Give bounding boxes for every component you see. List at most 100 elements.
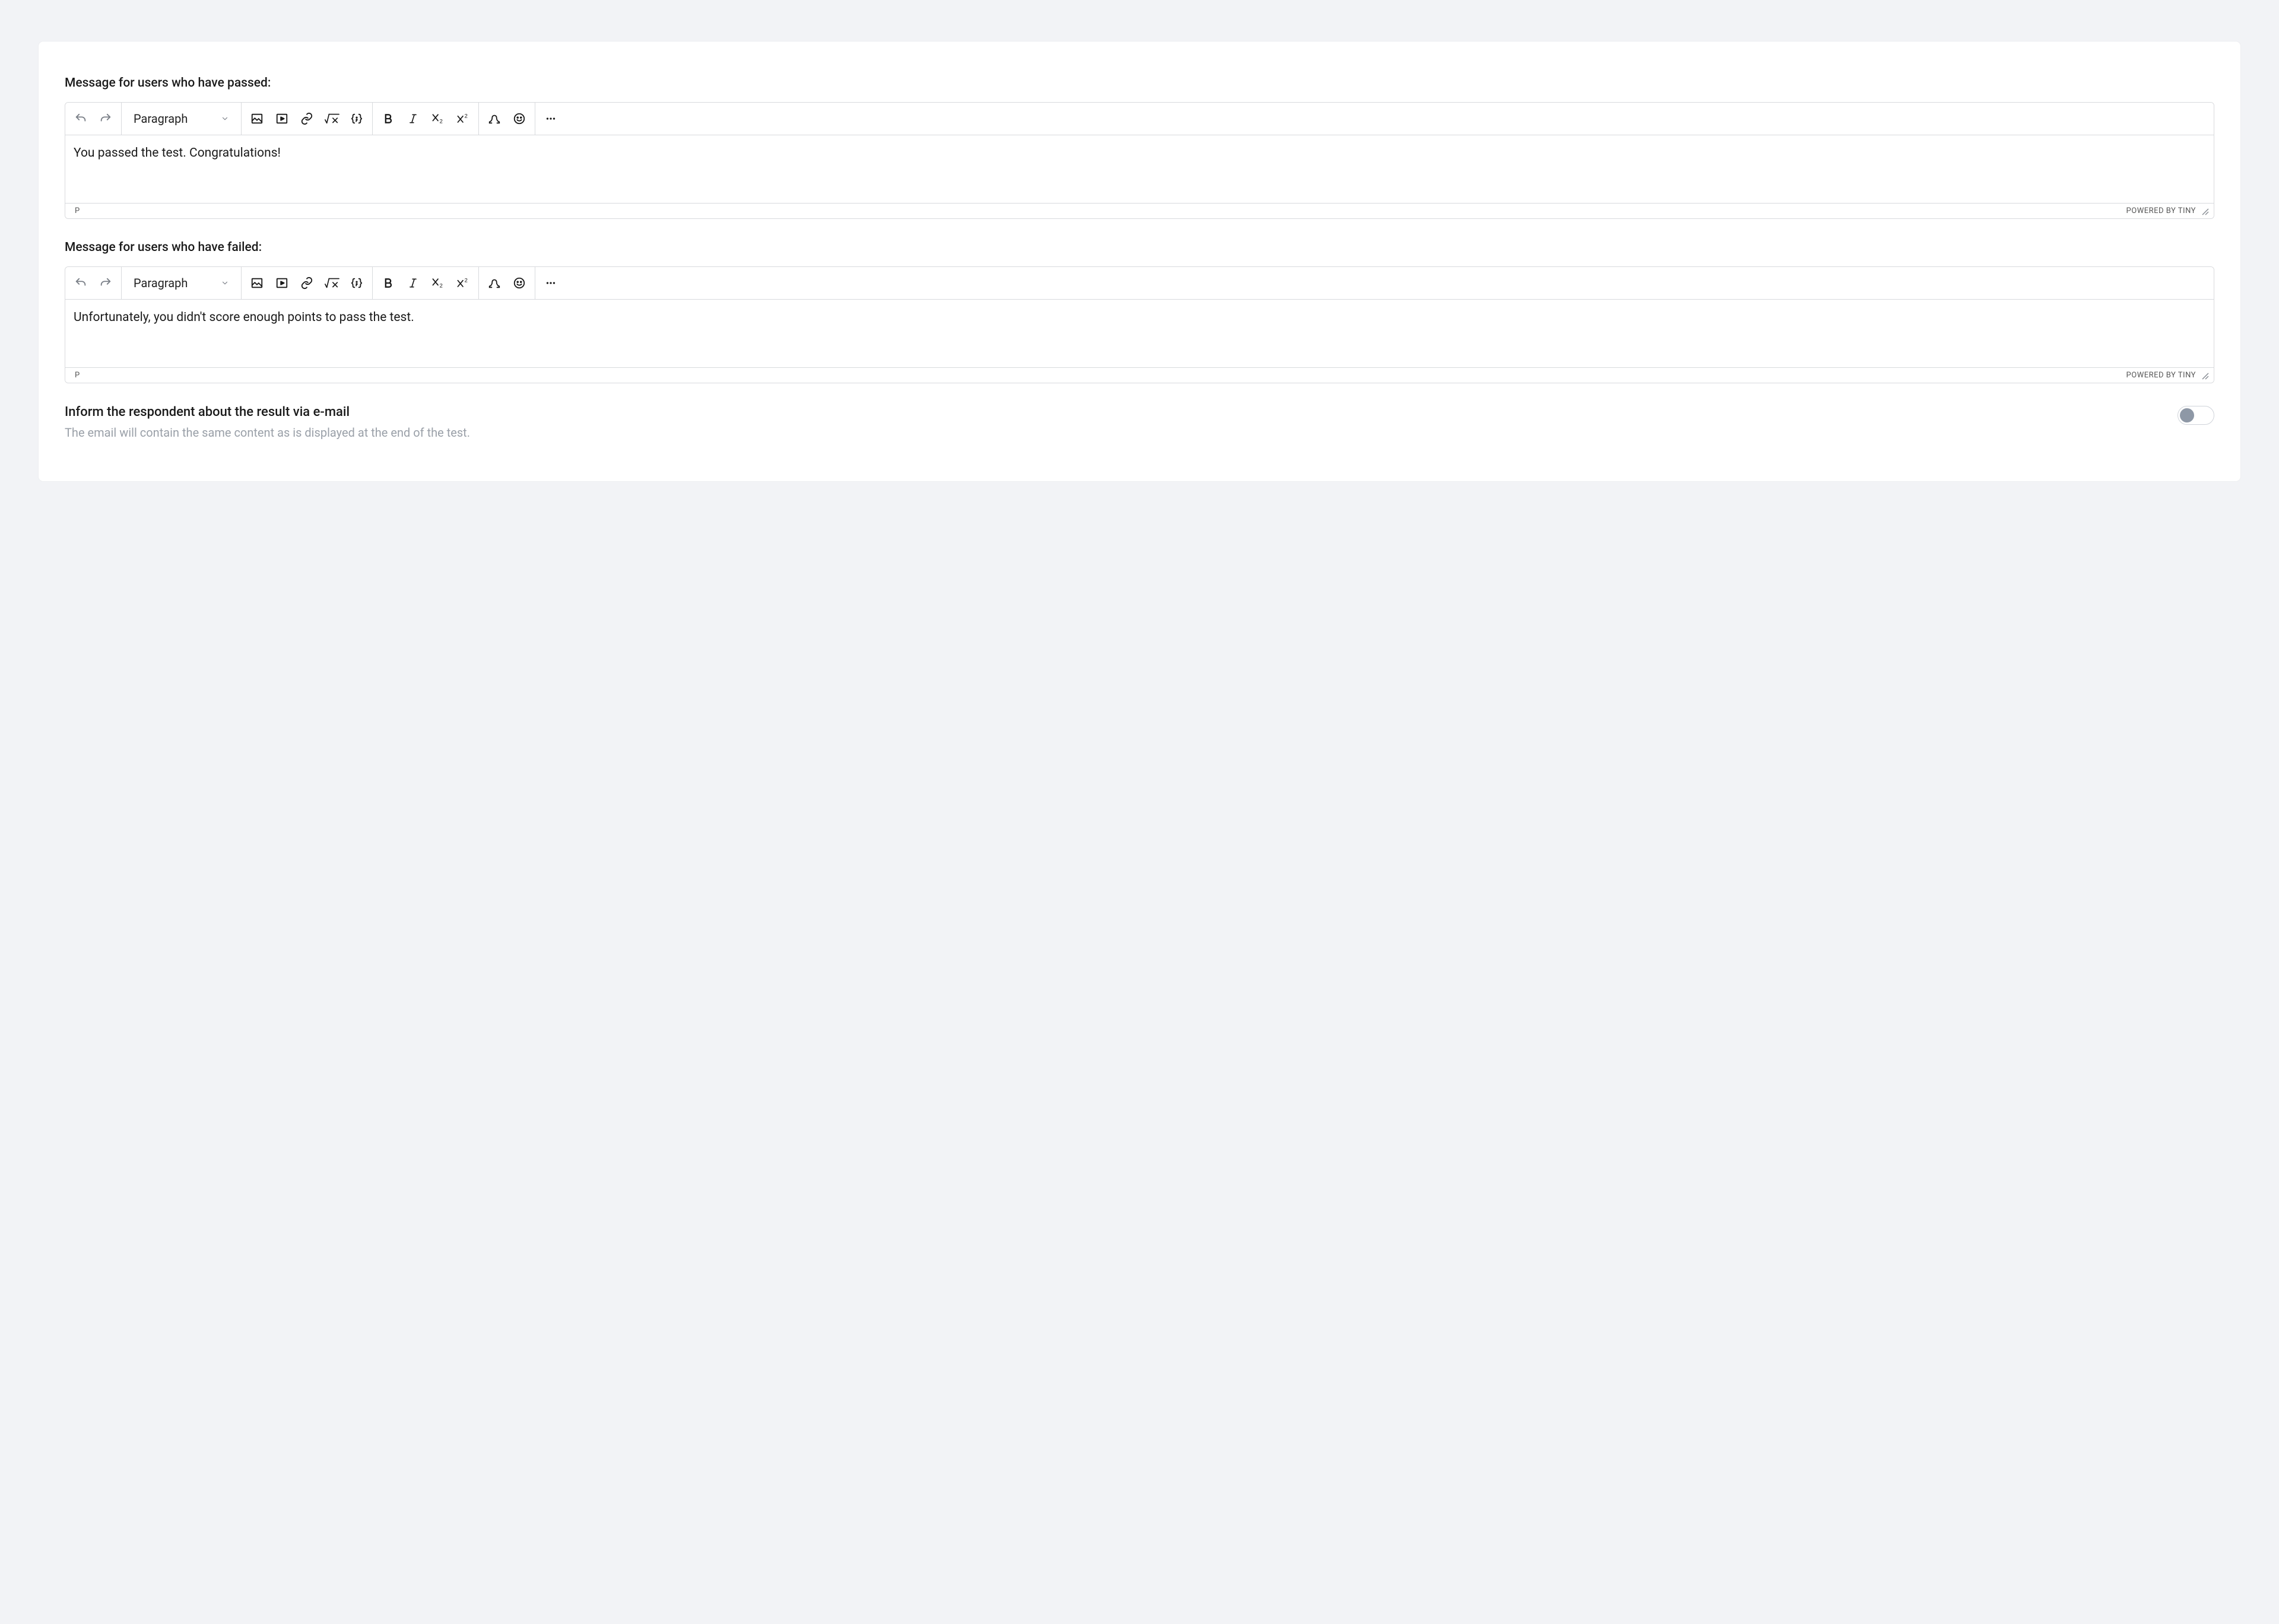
more-group [535, 267, 566, 299]
insert-group [242, 267, 373, 299]
superscript-button[interactable]: 2 [451, 107, 475, 131]
more-icon [544, 277, 557, 290]
history-group [65, 267, 122, 299]
svg-text:2: 2 [440, 118, 443, 125]
element-path[interactable]: P [75, 371, 80, 380]
bold-icon [382, 277, 394, 289]
bold-button[interactable] [376, 107, 400, 131]
equation-icon [324, 277, 339, 290]
block-format-select[interactable]: Paragraph [125, 103, 237, 135]
undo-button[interactable] [69, 271, 93, 295]
omega-icon [488, 277, 501, 290]
bold-button[interactable] [376, 271, 400, 295]
link-button[interactable] [295, 107, 319, 131]
subscript-button[interactable]: 2 [426, 107, 450, 131]
element-path[interactable]: P [75, 206, 80, 215]
symbols-group [479, 103, 535, 135]
failed-editor: Paragraph [65, 266, 2214, 383]
equation-button[interactable] [320, 107, 344, 131]
style-group: 2 2 [373, 103, 479, 135]
history-group [65, 103, 122, 135]
equation-button[interactable] [320, 271, 344, 295]
code-sample-button[interactable] [345, 271, 369, 295]
undo-button[interactable] [69, 107, 93, 131]
passed-content[interactable]: You passed the test. Congratulations! [65, 135, 2214, 203]
chevron-down-icon [221, 115, 229, 123]
more-button[interactable] [539, 271, 563, 295]
email-setting-title: Inform the respondent about the result v… [65, 405, 2178, 419]
email-setting-desc: The email will contain the same content … [65, 425, 2178, 440]
emoji-button[interactable] [507, 271, 531, 295]
code-sample-button[interactable] [345, 107, 369, 131]
resize-handle[interactable] [2201, 207, 2209, 215]
block-format-value: Paragraph [134, 276, 188, 290]
failed-toolbar: Paragraph [65, 267, 2214, 300]
svg-text:2: 2 [465, 277, 468, 283]
media-button[interactable] [270, 271, 294, 295]
emoji-button[interactable] [507, 107, 531, 131]
email-setting-text: Inform the respondent about the result v… [65, 405, 2178, 440]
media-icon [275, 112, 288, 125]
superscript-button[interactable]: 2 [451, 271, 475, 295]
superscript-icon: 2 [456, 113, 470, 125]
undo-icon [74, 277, 87, 290]
italic-icon [407, 113, 419, 125]
code-sample-icon [350, 277, 363, 290]
italic-button[interactable] [401, 271, 425, 295]
special-char-button[interactable] [483, 271, 506, 295]
redo-button[interactable] [94, 107, 118, 131]
failed-label: Message for users who have failed: [65, 240, 2214, 255]
powered-by[interactable]: POWERED BY TINY [2126, 206, 2196, 215]
media-button[interactable] [270, 107, 294, 131]
passed-statusbar: P POWERED BY TINY [65, 203, 2214, 218]
format-group: Paragraph [122, 267, 242, 299]
more-icon [544, 112, 557, 125]
link-icon [300, 277, 313, 290]
redo-icon [99, 277, 112, 290]
resize-icon [2201, 207, 2209, 215]
undo-icon [74, 112, 87, 125]
symbols-group [479, 267, 535, 299]
resize-handle[interactable] [2201, 371, 2209, 380]
email-setting-row: Inform the respondent about the result v… [65, 405, 2214, 440]
omega-icon [488, 112, 501, 125]
image-icon [250, 277, 264, 290]
subscript-button[interactable]: 2 [426, 271, 450, 295]
subscript-icon: 2 [431, 277, 445, 289]
italic-button[interactable] [401, 107, 425, 131]
resize-icon [2201, 371, 2209, 380]
style-group: 2 2 [373, 267, 479, 299]
link-button[interactable] [295, 271, 319, 295]
powered-by[interactable]: POWERED BY TINY [2126, 371, 2196, 380]
image-button[interactable] [245, 107, 269, 131]
block-format-value: Paragraph [134, 112, 188, 126]
email-toggle[interactable] [2178, 406, 2214, 425]
svg-text:2: 2 [440, 282, 443, 289]
failed-statusbar: P POWERED BY TINY [65, 367, 2214, 383]
format-group: Paragraph [122, 103, 242, 135]
emoji-icon [513, 112, 526, 125]
svg-text:2: 2 [465, 113, 468, 119]
image-button[interactable] [245, 271, 269, 295]
link-icon [300, 112, 313, 125]
block-format-select[interactable]: Paragraph [125, 267, 237, 299]
italic-icon [407, 277, 419, 289]
more-button[interactable] [539, 107, 563, 131]
more-group [535, 103, 566, 135]
media-icon [275, 277, 288, 290]
special-char-button[interactable] [483, 107, 506, 131]
toggle-knob [2180, 408, 2194, 422]
passed-toolbar: Paragraph [65, 103, 2214, 135]
insert-group [242, 103, 373, 135]
passed-editor: Paragraph [65, 102, 2214, 219]
bold-icon [382, 113, 394, 125]
redo-button[interactable] [94, 271, 118, 295]
image-icon [250, 112, 264, 125]
subscript-icon: 2 [431, 113, 445, 125]
redo-icon [99, 112, 112, 125]
settings-panel: Message for users who have passed: Parag… [39, 42, 2240, 481]
code-sample-icon [350, 112, 363, 125]
chevron-down-icon [221, 279, 229, 287]
equation-icon [324, 112, 339, 125]
failed-content[interactable]: Unfortunately, you didn't score enough p… [65, 300, 2214, 367]
